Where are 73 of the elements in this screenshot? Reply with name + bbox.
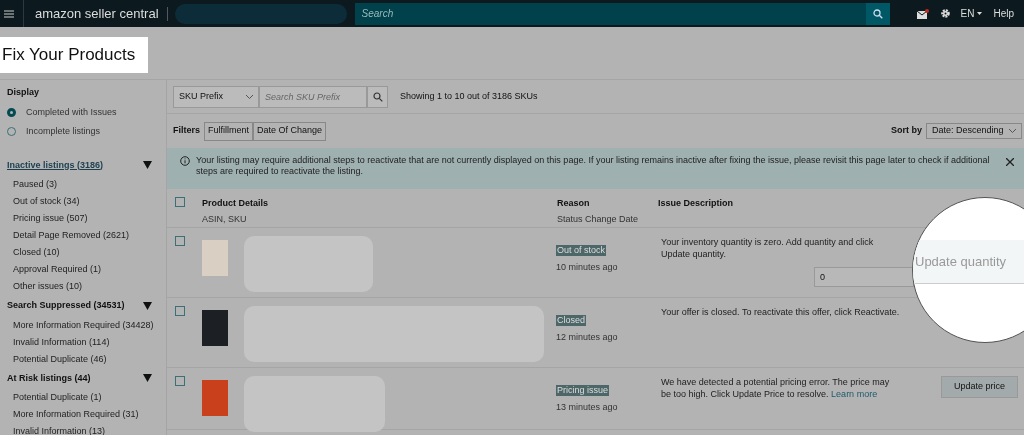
triangle-icon[interactable] xyxy=(143,161,152,170)
status-time: 13 minutes ago xyxy=(556,401,619,414)
search-button[interactable] xyxy=(865,2,890,25)
filter-link[interactable]: Potential Duplicate (46) xyxy=(13,353,154,364)
display-label: Display xyxy=(7,86,40,99)
triangle-icon[interactable] xyxy=(143,374,152,383)
issue-description: Your offer is closed. To reactivate this offer, click Reactivate. xyxy=(661,306,901,318)
filter-link[interactable]: Pricing issue (507) xyxy=(13,213,154,223)
update-price-button[interactable]: Update price xyxy=(941,376,1018,398)
chevron-icon xyxy=(1009,129,1016,133)
filters-label: Filters xyxy=(173,124,200,138)
status-badge: Out of stock xyxy=(556,245,607,256)
info-icon xyxy=(180,156,190,166)
filter-link[interactable]: More Information Required (34428) xyxy=(13,319,154,330)
column-header: Product Details xyxy=(202,197,269,210)
checkbox[interactable] xyxy=(175,197,185,207)
close-icon[interactable] xyxy=(1006,158,1014,166)
help-link[interactable]: Help xyxy=(993,6,1015,21)
status-time: 10 minutes ago xyxy=(556,261,619,274)
radio-button[interactable] xyxy=(7,107,16,117)
filter-link[interactable]: Closed (10) xyxy=(13,247,154,257)
status-badge: Closed xyxy=(556,315,586,326)
filter-button[interactable]: Date Of Change xyxy=(253,121,327,141)
page-title: Fix Your Products xyxy=(0,37,149,73)
logo[interactable]: amazon seller central xyxy=(35,3,159,24)
quantity-field[interactable]: 0 xyxy=(814,267,914,287)
filter-link[interactable]: Potential Duplicate (1) xyxy=(13,392,154,402)
product-image-placeholder xyxy=(202,240,228,276)
filter-link[interactable]: Invalid Information (114) xyxy=(13,336,154,347)
column-subheader: Status Change Date xyxy=(557,212,640,226)
checkbox[interactable] xyxy=(175,306,185,316)
triangle-icon[interactable] xyxy=(143,301,152,310)
product-image-placeholder xyxy=(202,380,228,416)
column-subheader: ASIN, SKU xyxy=(202,212,248,226)
sku-type-dropdown[interactable]: SKU Prefix xyxy=(173,85,259,108)
column-header: Issue Description xyxy=(658,197,734,210)
issue-description: Your inventory quantity is zero. Add quantity and click Update quantity. xyxy=(661,236,875,260)
group-heading-link[interactable]: Search Suppressed (34531) xyxy=(7,299,125,313)
results-count: Showing 1 to 10 out of 3186 SKUs xyxy=(400,89,538,103)
search-icon xyxy=(872,8,883,19)
settings-icon[interactable] xyxy=(939,8,951,19)
filter-link[interactable]: Invalid Information (13) xyxy=(13,426,154,435)
language-selector[interactable]: EN xyxy=(960,6,983,21)
radio-label: Incomplete listings xyxy=(26,125,101,138)
filter-link[interactable]: Detail Page Removed (2621) xyxy=(13,230,154,240)
chevron-icon xyxy=(246,94,253,99)
status-badge: Pricing issue xyxy=(556,385,610,396)
banner-message: Your listing may require additional steps to reactivate that are not currently displayed on this page. If your listing remains inactive after fixing the issue, please revisit this page later to check if additional steps are required to reactivate the listing. xyxy=(196,155,991,177)
caret-icon xyxy=(977,12,983,15)
sort-label: Sort by xyxy=(891,124,922,138)
filter-link[interactable]: Approval Required (1) xyxy=(13,264,154,274)
search-icon xyxy=(372,91,383,102)
filter-link[interactable]: Out of stock (34) xyxy=(13,196,154,206)
filter-button[interactable]: Fulfillment xyxy=(204,121,254,141)
issue-description: We have detected a potential pricing error. The price may be too high. Click Update Price to resolve. Learn more xyxy=(661,376,891,400)
menu-icon[interactable] xyxy=(4,9,14,18)
filter-link[interactable]: Paused (3) xyxy=(13,179,154,189)
search-button[interactable] xyxy=(367,85,388,108)
product-image-placeholder xyxy=(202,310,228,346)
filter-link[interactable]: More Information Required (31) xyxy=(13,409,154,419)
group-heading-link[interactable]: At Risk listings (44) xyxy=(7,371,91,385)
group-heading-link[interactable]: Inactive listings (3186) xyxy=(7,158,104,172)
sort-dropdown[interactable]: Date: Descending xyxy=(926,123,1022,139)
learn-more-link[interactable]: Learn more xyxy=(831,389,878,399)
sku-search-field[interactable]: Search SKU Prefix xyxy=(259,85,367,108)
filter-link[interactable]: Other issues (10) xyxy=(13,281,154,291)
status-time: 12 minutes ago xyxy=(556,331,619,344)
mail-icon[interactable] xyxy=(916,8,929,19)
column-header: Reason xyxy=(557,197,591,210)
checkbox[interactable] xyxy=(175,376,185,386)
radio-label: Completed with Issues xyxy=(26,105,117,119)
checkbox[interactable] xyxy=(175,236,185,246)
search-field[interactable]: Search xyxy=(354,2,866,25)
